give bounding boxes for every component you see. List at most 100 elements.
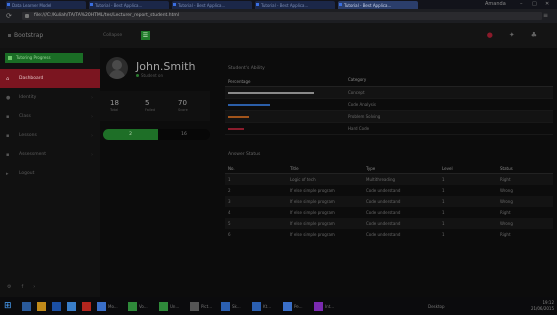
taskbar-app[interactable]: Un...: [159, 300, 179, 312]
green-menu-button[interactable]: ☰: [141, 31, 150, 40]
ability-table: Percentage Category Concept Code Analysis…: [225, 77, 553, 135]
split-left: 2: [103, 129, 158, 140]
ability-row: Code Analysis: [225, 99, 553, 111]
taskbar-app[interactable]: Kt...: [252, 300, 271, 312]
taskbar-app[interactable]: Vo...: [128, 300, 148, 312]
notification-icon[interactable]: ●: [487, 31, 493, 39]
ability-title: Student's Ability: [228, 66, 265, 71]
cell-status: Right: [500, 177, 511, 182]
app-icon: [97, 301, 106, 311]
brand[interactable]: Bootstrap: [8, 32, 43, 39]
answers-table: No. Title Type Level Status 1 Logic of te…: [225, 164, 553, 240]
tutoring-progress-button[interactable]: Tutoring Progress: [5, 53, 83, 63]
user-icon: ●: [6, 94, 11, 101]
cell-status: Wrong: [500, 199, 513, 204]
tab-favicon-icon: [90, 3, 93, 6]
browser-tab[interactable]: Data Learner Model: [6, 1, 86, 9]
url-field[interactable]: file:///C:/Kuliah/TA/TA%20HTML/tes/Lectu…: [22, 12, 542, 20]
cell-status: Right: [500, 210, 511, 215]
table-row[interactable]: 5 If else simple program Code understand 1 W…: [225, 218, 553, 229]
cell-title: If else simple program: [290, 210, 335, 215]
social-icon[interactable]: ⚙: [7, 284, 11, 290]
table-row[interactable]: 3 If else simple program Code understand 1 W…: [225, 196, 553, 207]
table-row[interactable]: 1 Logic of tech Multithreading 1 Right: [225, 174, 553, 185]
stat-item: 18 Total: [110, 99, 119, 112]
address-bar: ⟳ file:///C:/Kuliah/TA/TA%20HTML/tes/Lec…: [0, 9, 557, 23]
tab-favicon-icon: [256, 3, 259, 6]
stat-item: 70 Score: [178, 99, 188, 112]
tab-favicon-icon: [173, 3, 176, 6]
class-icon: ▪: [6, 113, 10, 120]
browser-tab[interactable]: Tutorial - Best Applica...: [172, 1, 252, 9]
app-icon: [314, 301, 323, 311]
ability-category: Problem Solving: [348, 114, 381, 119]
chevron-right-icon: ›: [91, 113, 93, 120]
avatar: [106, 57, 128, 79]
table-row[interactable]: 4 If else simple program Code understand 1 R…: [225, 207, 553, 218]
cell-type: Code understand: [366, 232, 401, 237]
minimize-icon[interactable]: –: [520, 1, 523, 7]
chevron-right-icon: ›: [91, 151, 93, 158]
cell-level: 1: [442, 232, 445, 237]
browser-tab[interactable]: Tutorial - Best Applica...: [89, 1, 169, 9]
table-row[interactable]: 6 If else simple program Code understand 1 R…: [225, 229, 553, 240]
profile-name[interactable]: Amanda: [485, 1, 506, 7]
menu-icon[interactable]: ≡: [543, 12, 548, 19]
taskbar-app[interactable]: [67, 300, 78, 312]
app-icon: [128, 301, 137, 311]
sidebar-item-dashboard[interactable]: ⌂ Dashboard: [0, 69, 100, 88]
social-icon[interactable]: f: [21, 284, 23, 290]
cell-no: 4: [228, 210, 231, 215]
maximize-icon[interactable]: □: [532, 1, 537, 7]
taskbar-app[interactable]: Mo...: [97, 300, 118, 312]
sidebar-item-class[interactable]: ▪ Class ›: [0, 107, 100, 126]
taskbar-app[interactable]: Int...: [314, 300, 334, 312]
close-icon[interactable]: ✕: [545, 1, 549, 7]
sidebar-item-identity[interactable]: ● Identity ›: [0, 88, 100, 107]
table-row[interactable]: 2 If else simple program Code understand 1 W…: [225, 185, 553, 196]
user-menu-icon[interactable]: ♣: [531, 31, 537, 39]
chart-icon: ▪: [6, 151, 10, 158]
cell-level: 1: [442, 177, 445, 182]
social-icon[interactable]: ›: [33, 284, 35, 290]
browser-tab[interactable]: Tutorial - Best Applica...: [255, 1, 335, 9]
cell-level: 1: [442, 210, 445, 215]
stats-panel: 18 Total 5 Failed 70 Score: [100, 91, 210, 121]
taskbar-app[interactable]: [22, 300, 33, 312]
collapse-toggle[interactable]: Collapse: [103, 33, 122, 38]
app-icon: [82, 301, 91, 311]
ability-category: Hard Code: [348, 126, 370, 131]
ability-bar: [228, 91, 315, 94]
sidebar-item-lessons[interactable]: ▪ Lessons ›: [0, 126, 100, 145]
taskbar-app[interactable]: [82, 300, 93, 312]
main-content: John.Smith Student on 18 Total 5 Failed 70…: [100, 48, 557, 297]
ability-bar: [228, 103, 270, 106]
desktop-label[interactable]: Desktop: [428, 300, 445, 312]
start-button[interactable]: ⊞: [4, 300, 12, 312]
browser-tab-active[interactable]: Tutorial - Best Applica...: [338, 1, 418, 9]
taskbar-app[interactable]: [52, 300, 63, 312]
chevron-right-icon: ›: [91, 94, 93, 101]
cell-level: 1: [442, 221, 445, 226]
sidebar-menu: ⌂ Dashboard ● Identity › ▪ Class › ▪ Lessons › …: [0, 69, 100, 183]
reload-icon[interactable]: ⟳: [6, 12, 12, 20]
ability-row: Hard Code: [225, 123, 553, 135]
browser-tab-strip: Data Learner Model Tutorial - Best Appli…: [0, 0, 557, 9]
taskbar-app[interactable]: [37, 300, 48, 312]
home-icon: ⌂: [6, 75, 10, 82]
cell-no: 6: [228, 232, 231, 237]
sidebar-item-assessment[interactable]: ▪ Assessment ›: [0, 145, 100, 164]
taskbar-app[interactable]: Pe...: [283, 300, 303, 312]
ability-bar: [228, 115, 249, 118]
sidebar-item-logout[interactable]: ▸ Logout: [0, 164, 100, 183]
taskbar-app[interactable]: Pict...: [190, 300, 212, 312]
taskbar-app[interactable]: Sk...: [221, 300, 241, 312]
system-tray[interactable]: 19:12 21/06/2015: [531, 300, 554, 312]
cell-type: Code understand: [366, 188, 401, 193]
sidebar-footer: ⚙ f ›: [7, 284, 35, 290]
cell-title: If else simple program: [290, 221, 335, 226]
app-icon: [52, 301, 61, 311]
cell-status: Wrong: [500, 221, 513, 226]
settings-icon[interactable]: ✦: [509, 31, 515, 39]
cell-title: Logic of tech: [290, 177, 316, 182]
